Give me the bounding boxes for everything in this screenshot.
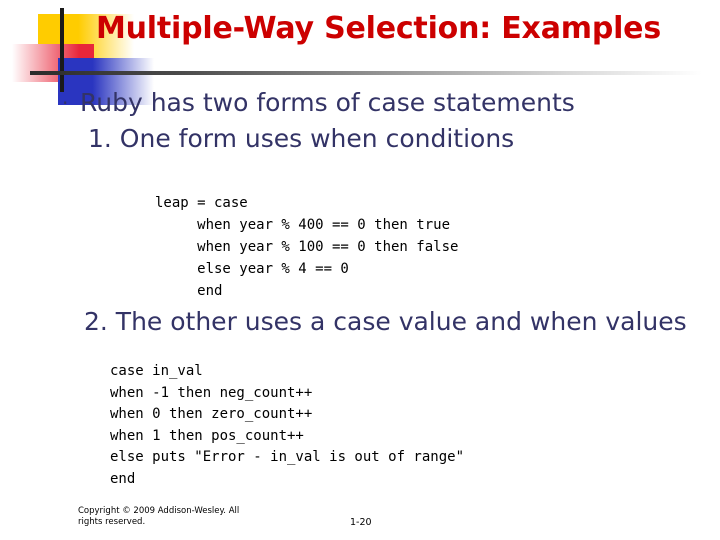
logo-vertical-line [60,8,64,92]
bullet-dot-icon: · [62,91,69,115]
code-block-in-val: case in_val when -1 then neg_count++ whe… [110,363,465,487]
footer-page-number: 1-20 [350,517,372,528]
page-title: Multiple-Way Selection: Examples [96,11,661,46]
bullet-item-label: Ruby has two forms of case statements [80,88,575,117]
numbered-item-1: 1. One form uses when conditions [88,124,515,153]
title-divider [30,71,702,75]
code-block-leap-year: leap = case when year % 400 == 0 then tr… [155,195,459,299]
footer-copyright: Copyright © 2009 Addison-Wesley. All rig… [78,506,240,527]
slide-canvas: Multiple-Way Selection: Examples · Ruby … [0,0,720,540]
numbered-item-2: 2. The other uses a case value and when … [84,307,687,336]
bullet-item-ruby-case-forms: · Ruby has two forms of case statements [62,88,575,118]
